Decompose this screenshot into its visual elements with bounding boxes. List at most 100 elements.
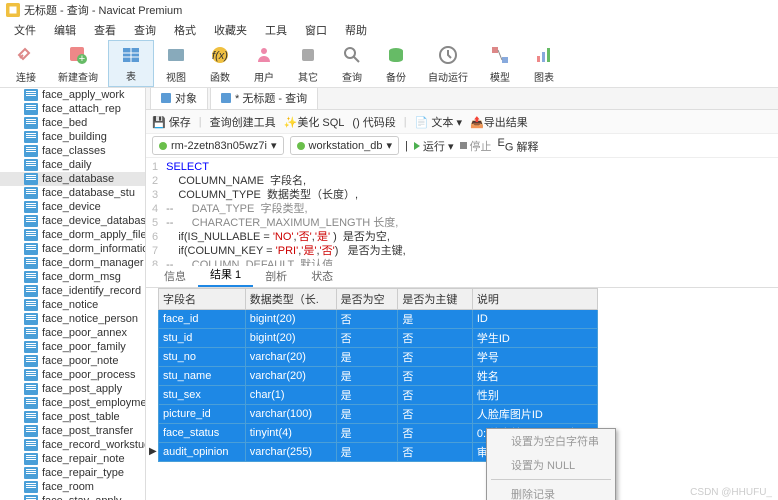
stop-button[interactable]: 停止	[460, 138, 492, 154]
ctx-set-null[interactable]: 设置为 NULL	[487, 453, 615, 477]
ctx-set-blank[interactable]: 设置为空白字符串	[487, 429, 615, 453]
user-button[interactable]: 用户	[242, 40, 286, 87]
server-select[interactable]: rm-2zetn83n05wz7i▾	[152, 136, 284, 155]
tree-item-face_device_database[interactable]: face_device_database	[0, 214, 145, 228]
rtab-result[interactable]: 结果 1	[198, 263, 253, 287]
tree-item-face_post_employment[interactable]: face_post_employment	[0, 396, 145, 410]
clock-icon	[437, 44, 459, 66]
menubar: 文件 编辑 查看 查询 格式 收藏夹 工具 窗口 帮助	[0, 20, 778, 40]
tree-item-face_poor_family[interactable]: face_poor_family	[0, 340, 145, 354]
db-select[interactable]: workstation_db▾	[290, 136, 400, 155]
new-query-button[interactable]: +新建查询	[48, 40, 108, 87]
watermark: CSDN @HHUFU_	[690, 487, 772, 498]
menu-favorites[interactable]: 收藏夹	[206, 20, 255, 40]
backup-button[interactable]: 备份	[374, 40, 418, 87]
tree-item-face_poor_process[interactable]: face_poor_process	[0, 368, 145, 382]
table-row[interactable]: picture_idvarchar(100)是否人脸库图片ID	[159, 405, 598, 424]
menu-format[interactable]: 格式	[166, 20, 204, 40]
tab-query[interactable]: * 无标题 - 查询	[210, 88, 318, 109]
tree-item-face_record_workstudy[interactable]: face_record_workstudy	[0, 438, 145, 452]
explain-button[interactable]: EG 解释	[498, 137, 539, 155]
tree-item-face_notice[interactable]: face_notice	[0, 298, 145, 312]
col-header[interactable]: 数据类型（长.	[245, 289, 336, 310]
function-button[interactable]: f(x)函数	[198, 40, 242, 87]
tree-item-face_repair_type[interactable]: face_repair_type	[0, 466, 145, 480]
table-row[interactable]: face_idbigint(20)否是ID	[159, 310, 598, 329]
function-icon: f(x)	[209, 44, 231, 66]
menu-tools[interactable]: 工具	[257, 20, 295, 40]
ctx-delete[interactable]: 删除记录	[487, 482, 615, 500]
table-row[interactable]: stu_namevarchar(20)是否姓名	[159, 367, 598, 386]
table-icon	[24, 411, 38, 423]
view-button[interactable]: 视图	[154, 40, 198, 87]
tree-item-face_repair_note[interactable]: face_repair_note	[0, 452, 145, 466]
tree-item-face_post_apply[interactable]: face_post_apply	[0, 382, 145, 396]
table-icon	[24, 313, 38, 325]
tree-item-face_identify_record[interactable]: face_identify_record	[0, 284, 145, 298]
export-button[interactable]: 📤导出结果	[470, 114, 528, 130]
table-row[interactable]: stu_idbigint(20)否否学生ID	[159, 329, 598, 348]
snippet-button[interactable]: () 代码段	[352, 114, 395, 130]
query-button[interactable]: 查询	[330, 40, 374, 87]
tree-item-face_poor_annex[interactable]: face_poor_annex	[0, 326, 145, 340]
tree-item-face_post_transfer[interactable]: face_post_transfer	[0, 424, 145, 438]
autorun-button[interactable]: 自动运行	[418, 40, 478, 87]
tree-item-face_dorm_msg[interactable]: face_dorm_msg	[0, 270, 145, 284]
tree-item-face_dorm_apply_file[interactable]: face_dorm_apply_file	[0, 228, 145, 242]
table-icon	[24, 229, 38, 241]
result-grid[interactable]: 字段名数据类型（长.是否为空是否为主键说明face_idbigint(20)否是…	[146, 288, 778, 462]
table-button[interactable]: 表	[108, 40, 154, 87]
menu-file[interactable]: 文件	[6, 20, 44, 40]
tree-item-face_post_table[interactable]: face_post_table	[0, 410, 145, 424]
table-icon	[24, 159, 38, 171]
chart-button[interactable]: 图表	[522, 40, 566, 87]
tree-item-face_bed[interactable]: face_bed	[0, 116, 145, 130]
tree-item-face_database[interactable]: face_database	[0, 172, 145, 186]
tree-item-face_poor_note[interactable]: face_poor_note	[0, 354, 145, 368]
col-header[interactable]: 是否为空	[336, 289, 398, 310]
menu-view[interactable]: 查看	[86, 20, 124, 40]
col-header[interactable]: 字段名	[159, 289, 246, 310]
tree-item-face_notice_person[interactable]: face_notice_person	[0, 312, 145, 326]
tree-item-face_daily[interactable]: face_daily	[0, 158, 145, 172]
tree-item-face_attach_rep[interactable]: face_attach_rep	[0, 102, 145, 116]
menu-edit[interactable]: 编辑	[46, 20, 84, 40]
table-row[interactable]: stu_novarchar(20)是否学号	[159, 348, 598, 367]
tree-item-face_database_stu[interactable]: face_database_stu	[0, 186, 145, 200]
table-icon	[24, 453, 38, 465]
rtab-info[interactable]: 信息	[152, 265, 198, 287]
window-title: 无标题 - 查询 - Navicat Premium	[24, 2, 182, 18]
tree-item-face_dorm_manager[interactable]: face_dorm_manager	[0, 256, 145, 270]
tree-item-face_building[interactable]: face_building	[0, 130, 145, 144]
menu-window[interactable]: 窗口	[297, 20, 335, 40]
tree-item-face_stay_apply[interactable]: face_stay_apply	[0, 494, 145, 500]
tree-item-face_room[interactable]: face_room	[0, 480, 145, 494]
menu-help[interactable]: 帮助	[337, 20, 375, 40]
tree-item-face_device[interactable]: face_device	[0, 200, 145, 214]
connection-row: rm-2zetn83n05wz7i▾ workstation_db▾ | 运行 …	[146, 134, 778, 158]
tree-item-face_classes[interactable]: face_classes	[0, 144, 145, 158]
col-header[interactable]: 说明	[472, 289, 597, 310]
table-row[interactable]: stu_sexchar(1)是否性别	[159, 386, 598, 405]
sql-editor[interactable]: 1 2 3 4 5 6 7 8 9SELECT COLUMN_NAME 字段名,…	[146, 158, 778, 266]
plug-icon	[15, 44, 37, 66]
tab-object[interactable]: 对象	[150, 88, 208, 109]
tree-item-face_apply_work[interactable]: face_apply_work	[0, 88, 145, 102]
col-header[interactable]: 是否为主键	[398, 289, 473, 310]
beautify-button[interactable]: ✨美化 SQL	[284, 114, 345, 130]
text-button[interactable]: 📄 文本 ▾	[415, 114, 462, 130]
table-icon	[24, 397, 38, 409]
run-button[interactable]: 运行 ▾	[414, 138, 454, 154]
table-icon	[24, 495, 38, 500]
rtab-profile[interactable]: 剖析	[253, 265, 299, 287]
menu-query[interactable]: 查询	[126, 20, 164, 40]
table-icon	[120, 44, 142, 66]
backup-icon	[385, 44, 407, 66]
model-button[interactable]: 模型	[478, 40, 522, 87]
query-builder-button[interactable]: 查询创建工具	[210, 114, 276, 130]
tree-item-face_dorm_information[interactable]: face_dorm_information	[0, 242, 145, 256]
connect-button[interactable]: 连接	[4, 40, 48, 87]
rtab-status[interactable]: 状态	[299, 265, 345, 287]
save-button[interactable]: 💾 保存	[152, 114, 191, 130]
other-button[interactable]: 其它	[286, 40, 330, 87]
